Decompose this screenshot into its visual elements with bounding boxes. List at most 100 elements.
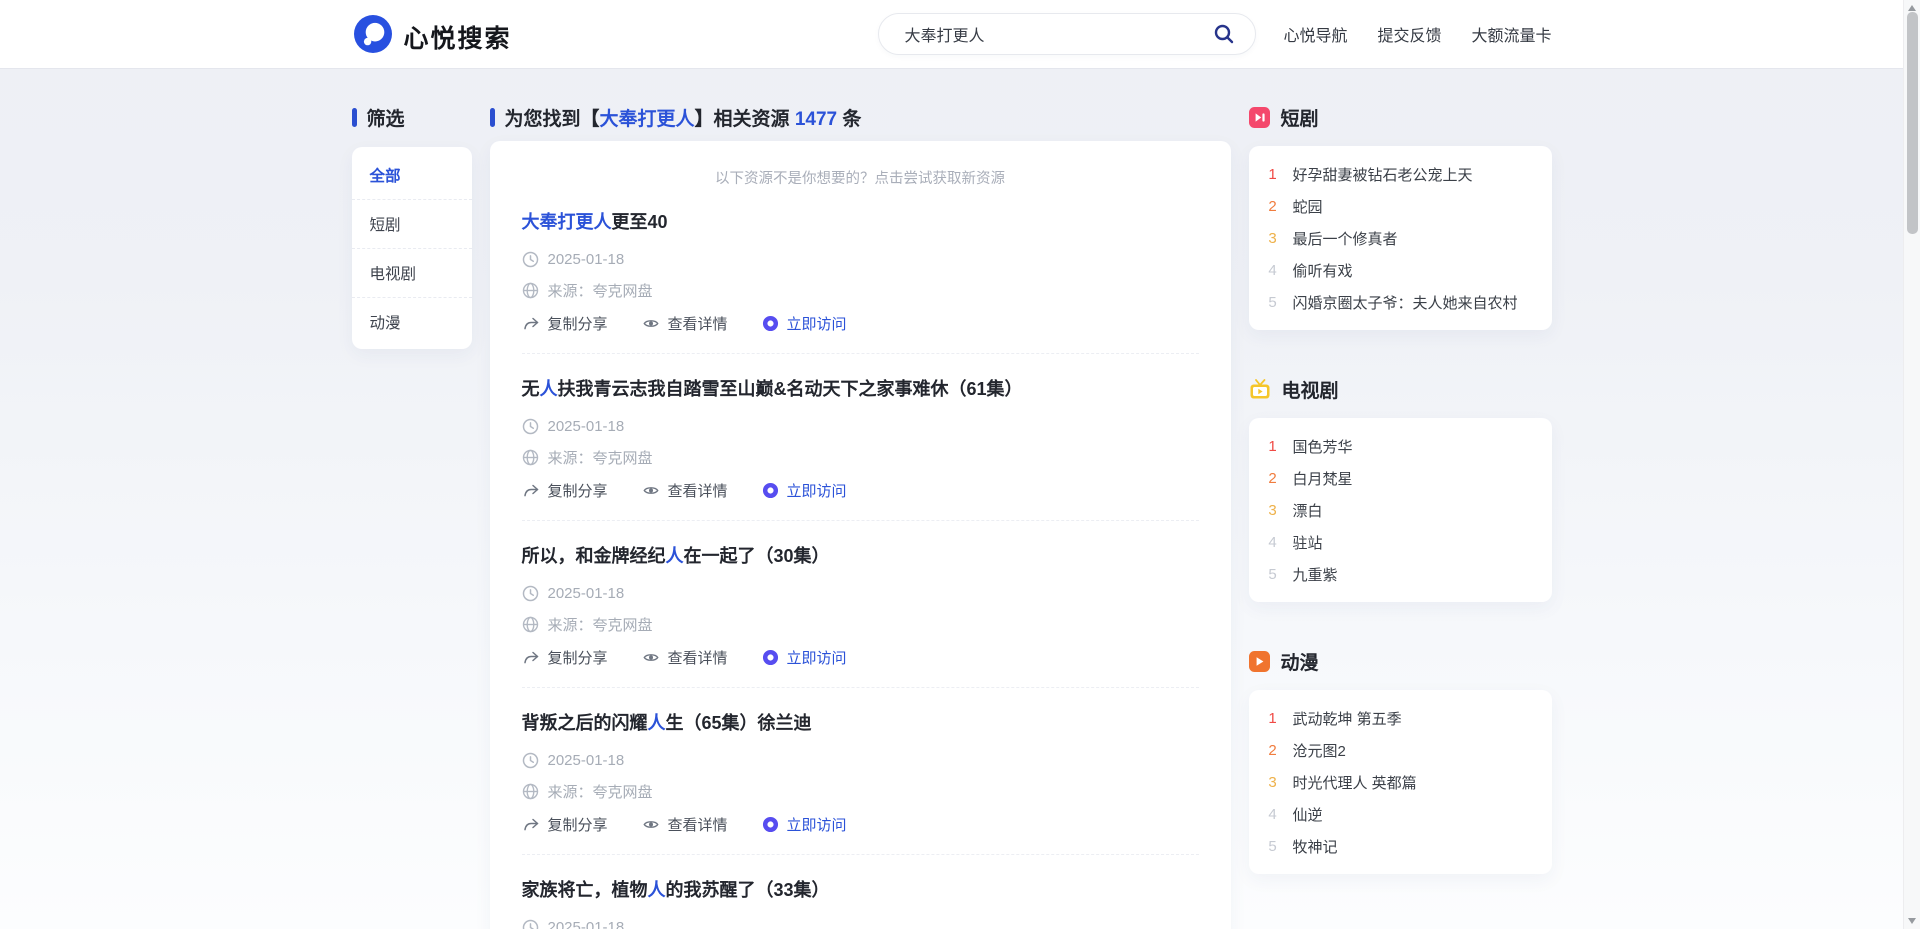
- top-nav: 心悦导航 提交反馈 大额流量卡: [1283, 0, 1551, 68]
- result-title[interactable]: 家族将亡，植物人的我苏醒了（33集）: [522, 876, 1199, 902]
- visit-now-button[interactable]: 立即访问: [762, 814, 847, 835]
- rank-item[interactable]: 1武动乾坤 第五季: [1249, 702, 1552, 734]
- rank-item-title: 国色芳华: [1293, 436, 1353, 457]
- visit-now-button[interactable]: 立即访问: [762, 647, 847, 668]
- copy-share-button[interactable]: 复制分享: [522, 313, 608, 334]
- rank-section: 动漫 1武动乾坤 第五季 2 沧元图2 3时光代理人 英都篇 4 仙逆 5牧神记: [1249, 648, 1552, 874]
- rank-item[interactable]: 2白月梵星: [1249, 462, 1552, 494]
- page: 心悦搜索 心悦导航 提交反馈 大额流量卡: [0, 0, 1920, 929]
- page-scrollbar[interactable]: [1903, 0, 1920, 929]
- search-input[interactable]: [879, 25, 1205, 43]
- globe-icon: [522, 282, 539, 299]
- rank-number: 4: [1266, 262, 1280, 279]
- result-date-row: 2025-01-18: [522, 750, 1199, 770]
- rank-number: 3: [1266, 230, 1280, 247]
- copy-share-button[interactable]: 复制分享: [522, 647, 608, 668]
- copy-share-button[interactable]: 复制分享: [522, 814, 608, 835]
- result-date: 2025-01-18: [548, 418, 625, 435]
- result-actions: 复制分享 查看详情 立即访问: [522, 814, 1199, 834]
- brand-logo-icon: [354, 15, 392, 58]
- rank-item[interactable]: 4 偷听有戏: [1249, 254, 1552, 286]
- rank-number: 3: [1266, 502, 1280, 519]
- result-date: 2025-01-18: [548, 919, 625, 929]
- result-actions: 复制分享 查看详情 立即访问: [522, 647, 1199, 667]
- rank-number: 1: [1266, 710, 1280, 727]
- filter-title-row: 筛选: [352, 104, 472, 130]
- rank-item[interactable]: 5闪婚京圈太子爷：夫人她来自农村: [1249, 286, 1552, 318]
- visit-now-button[interactable]: 立即访问: [762, 480, 847, 501]
- nav-data-card[interactable]: 大额流量卡: [1471, 22, 1551, 46]
- copy-share-button[interactable]: 复制分享: [522, 480, 608, 501]
- rank-item-title: 偷听有戏: [1293, 260, 1353, 281]
- globe-icon: [522, 616, 539, 633]
- result-title[interactable]: 背叛之后的闪耀人生（65集）徐兰迪: [522, 709, 1199, 735]
- result-actions: 复制分享 查看详情 立即访问: [522, 313, 1199, 333]
- rank-item[interactable]: 1国色芳华: [1249, 430, 1552, 462]
- search-button[interactable]: [1205, 23, 1255, 45]
- filter-title: 筛选: [367, 104, 405, 131]
- rank-card: 1国色芳华2白月梵星3漂白4驻站5九重紫: [1249, 418, 1552, 602]
- rank-item-title: 白月梵星: [1293, 468, 1353, 489]
- rank-item[interactable]: 2蛇园: [1249, 190, 1552, 222]
- rank-card: 1武动乾坤 第五季 2 沧元图2 3时光代理人 英都篇 4 仙逆 5牧神记: [1249, 690, 1552, 874]
- rank-number: 4: [1266, 806, 1280, 823]
- view-detail-button[interactable]: 查看详情: [642, 480, 728, 501]
- search-icon: [1213, 23, 1235, 45]
- rank-item[interactable]: 4 仙逆: [1249, 798, 1552, 830]
- filter-item[interactable]: 短剧: [352, 199, 472, 248]
- visit-now-button[interactable]: 立即访问: [762, 313, 847, 334]
- rank-number: 2: [1266, 742, 1280, 759]
- rank-item[interactable]: 3最后一个修真者: [1249, 222, 1552, 254]
- rank-number: 5: [1266, 838, 1280, 855]
- rankings: 短剧 1好孕甜妻被钻石老公宠上天2蛇园3最后一个修真者 4 偷听有戏 5闪婚京圈太子爷…: [1249, 104, 1552, 929]
- nav-xinyue-nav[interactable]: 心悦导航: [1283, 22, 1347, 46]
- visit-ring-icon: [762, 315, 779, 332]
- result-title[interactable]: 无人扶我青云志我自踏雪至山巅&名动天下之家事难休（61集）: [522, 375, 1199, 401]
- visit-ring-icon: [762, 816, 779, 833]
- eye-icon: [642, 649, 660, 666]
- share-icon: [522, 315, 540, 332]
- rank-item[interactable]: 5牧神记: [1249, 830, 1552, 862]
- filter-item[interactable]: 电视剧: [352, 248, 472, 297]
- rank-header: 短剧: [1249, 104, 1552, 130]
- result-title[interactable]: 大奉打更人更至40: [522, 208, 1199, 234]
- rank-item[interactable]: 4驻站: [1249, 526, 1552, 558]
- scrollbar-thumb[interactable]: [1907, 12, 1918, 234]
- clock-icon: [522, 251, 539, 268]
- rank-item[interactable]: 1好孕甜妻被钻石老公宠上天: [1249, 158, 1552, 190]
- brand[interactable]: 心悦搜索: [354, 15, 512, 58]
- divider: [522, 854, 1199, 855]
- globe-icon: [522, 783, 539, 800]
- rank-title: 动漫: [1281, 648, 1319, 675]
- result-item: 背叛之后的闪耀人生（65集）徐兰迪 2025-01-18 来源：夸克网盘: [522, 709, 1199, 855]
- header: 心悦搜索 心悦导航 提交反馈 大额流量卡: [0, 0, 1903, 68]
- rank-item[interactable]: 5九重紫: [1249, 558, 1552, 590]
- rank-item-title: 仙逆: [1293, 804, 1323, 825]
- scroll-down-icon[interactable]: [1908, 918, 1916, 924]
- rank-item[interactable]: 3时光代理人 英都篇: [1249, 766, 1552, 798]
- rank-item[interactable]: 3漂白: [1249, 494, 1552, 526]
- clock-icon: [522, 418, 539, 435]
- filter-card: 全部 短剧 电视剧 动漫: [352, 147, 472, 349]
- view-detail-button[interactable]: 查看详情: [642, 647, 728, 668]
- viewport: 心悦搜索 心悦导航 提交反馈 大额流量卡: [0, 0, 1903, 929]
- play-icon: [1249, 651, 1270, 672]
- tv-icon: [1249, 379, 1271, 400]
- view-detail-button[interactable]: 查看详情: [642, 313, 728, 334]
- result-date: 2025-01-18: [548, 251, 625, 268]
- view-detail-button[interactable]: 查看详情: [642, 814, 728, 835]
- nav-feedback[interactable]: 提交反馈: [1377, 22, 1441, 46]
- filter-item[interactable]: 动漫: [352, 297, 472, 346]
- clock-icon: [522, 585, 539, 602]
- rank-item-title: 沧元图2: [1293, 740, 1346, 761]
- filter-item[interactable]: 全部: [352, 150, 472, 199]
- results-count: 1477: [795, 109, 837, 130]
- refresh-hint[interactable]: 以下资源不是你想要的？点击尝试获取新资源: [522, 167, 1199, 188]
- results-header: 为您找到【大奉打更人】相关资源 1477 条: [490, 104, 1231, 130]
- rank-title: 电视剧: [1282, 376, 1339, 403]
- rank-item[interactable]: 2 沧元图2: [1249, 734, 1552, 766]
- scroll-up-icon[interactable]: [1908, 5, 1916, 11]
- eye-icon: [642, 482, 660, 499]
- result-title[interactable]: 所以，和金牌经纪人在一起了（30集）: [522, 542, 1199, 568]
- results-header-text: 为您找到【大奉打更人】相关资源 1477 条: [505, 104, 862, 131]
